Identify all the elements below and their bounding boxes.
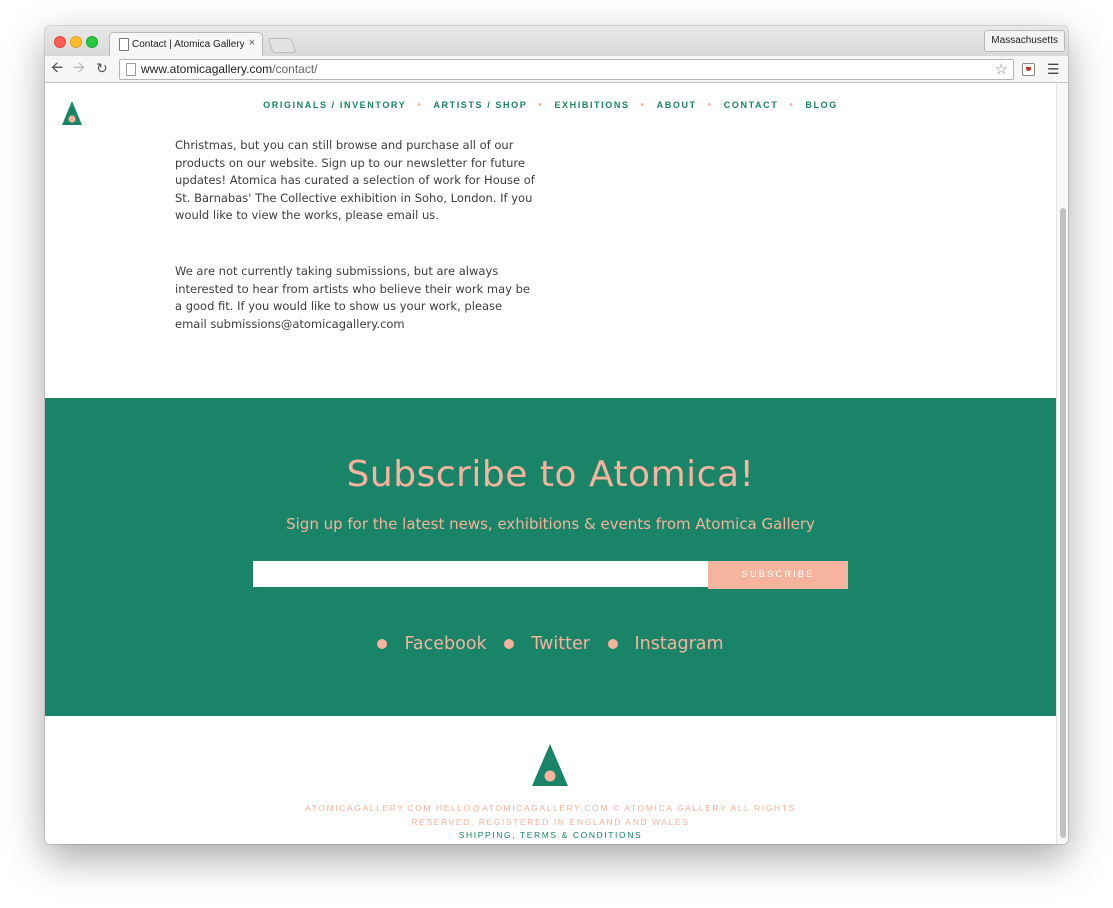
close-window-button[interactable]: [54, 36, 66, 48]
url-domain: www.atomicagallery.com: [141, 62, 273, 76]
scrollbar-thumb[interactable]: [1060, 208, 1066, 838]
subscribe-title: Subscribe to Atomica!: [346, 454, 755, 495]
subscribe-section: Subscribe to Atomica! Sign up for the la…: [45, 398, 1056, 716]
address-bar[interactable]: www.atomicagallery.com/contact/ ☆: [119, 59, 1014, 80]
main-menu: ORIGINALS / INVENTORY • ARTISTS / SHOP • EXH…: [45, 100, 1056, 111]
nav-artists-shop[interactable]: ARTISTS / SHOP: [433, 100, 527, 110]
tab-title: Contact | Atomica Gallery: [132, 39, 244, 50]
tab-bar: Contact | Atomica Gallery × Massachusett…: [45, 26, 1068, 57]
extension-icon[interactable]: [1022, 63, 1035, 76]
instagram-label: Instagram: [634, 634, 724, 654]
nav-separator: •: [707, 100, 713, 111]
zoom-window-button[interactable]: [86, 36, 98, 48]
nav-exhibitions[interactable]: EXHIBITIONS: [554, 100, 629, 110]
subscribe-button[interactable]: SUBSCRIBE: [708, 561, 848, 589]
minimize-window-button[interactable]: [70, 36, 82, 48]
subscribe-description: Sign up for the latest news, exhibitions…: [286, 515, 815, 533]
footer-copyright-line: ATOMICAGALLERY.COM HELLO@ATOMICAGALLERY.…: [305, 803, 796, 813]
nav-separator: •: [417, 100, 423, 111]
url-path: /contact/: [272, 62, 318, 76]
facebook-link[interactable]: Facebook: [377, 634, 487, 654]
contact-paragraph: Christmas, but you can still browse and …: [175, 138, 535, 222]
nav-separator: •: [538, 100, 544, 111]
nav-separator: •: [789, 100, 795, 111]
bullet-icon: [377, 639, 388, 649]
page-icon: [119, 38, 129, 51]
browser-toolbar: 🡨 🡪 ↻ www.atomicagallery.com/contact/ ☆ …: [45, 56, 1068, 83]
footer-registration-line: RESERVED. REGISTERED IN ENGLAND AND WALE…: [411, 817, 690, 827]
bullet-icon: [504, 639, 515, 649]
page-viewport: ORIGINALS / INVENTORY • ARTISTS / SHOP • EXH…: [45, 83, 1056, 844]
nav-contact[interactable]: CONTACT: [724, 100, 779, 110]
back-arrow-icon[interactable]: 🡨: [51, 60, 63, 76]
email-input[interactable]: [253, 561, 708, 587]
browser-tab[interactable]: Contact | Atomica Gallery ×: [109, 32, 263, 57]
profile-button[interactable]: Massachusetts: [984, 30, 1065, 52]
nav-originals-inventory[interactable]: ORIGINALS / INVENTORY: [263, 100, 406, 110]
star-icon[interactable]: ☆: [995, 60, 1008, 78]
twitter-link[interactable]: Twitter: [504, 634, 590, 654]
hamburger-menu-icon[interactable]: ☰: [1047, 61, 1060, 78]
url-text[interactable]: www.atomicagallery.com/contact/: [141, 62, 318, 76]
nav-blog[interactable]: BLOG: [805, 100, 837, 110]
site-header: ORIGINALS / INVENTORY • ARTISTS / SHOP • EXH…: [45, 83, 1056, 133]
twitter-label: Twitter: [531, 634, 590, 654]
facebook-label: Facebook: [404, 634, 487, 654]
social-links: Facebook Twitter Instagram: [45, 634, 1056, 654]
submissions-paragraph: We are not currently taking submissions,…: [175, 264, 530, 331]
page-icon: [126, 63, 136, 76]
footer-terms-link[interactable]: SHIPPING, TERMS & CONDITIONS: [45, 830, 1056, 840]
vertical-scrollbar[interactable]: [1056, 83, 1068, 844]
instagram-link[interactable]: Instagram: [607, 634, 724, 654]
new-tab-button[interactable]: [267, 38, 297, 53]
browser-window: Contact | Atomica Gallery × Massachusett…: [45, 26, 1068, 844]
nav-separator: •: [640, 100, 646, 111]
reload-icon[interactable]: ↻: [96, 60, 108, 76]
tab-close-icon[interactable]: ×: [249, 37, 255, 49]
bullet-icon: [607, 639, 618, 649]
forward-arrow-icon[interactable]: 🡪: [73, 60, 85, 76]
footer-logo-icon[interactable]: [531, 743, 569, 787]
nav-about[interactable]: ABOUT: [657, 100, 697, 110]
